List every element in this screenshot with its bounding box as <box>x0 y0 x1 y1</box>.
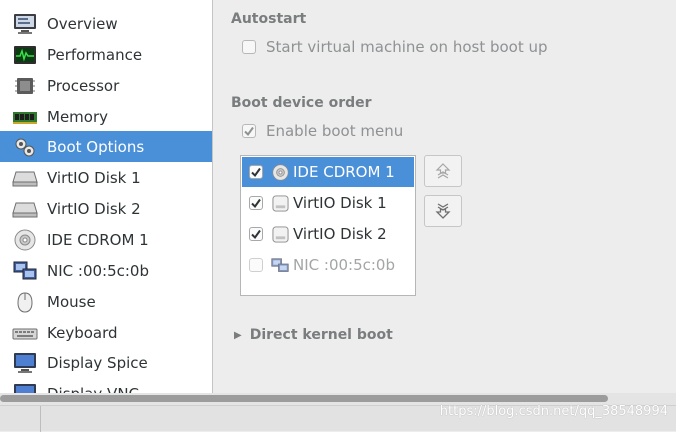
autostart-checkbox-row[interactable]: Start virtual machine on host boot up <box>242 38 548 56</box>
boot-device-row[interactable]: IDE CDROM 1 <box>242 157 414 187</box>
sidebar-item-label: Memory <box>47 107 109 126</box>
boot-gears-icon <box>11 136 38 158</box>
boot-device-label: NIC :00:5c:0b <box>293 256 395 274</box>
boot-device-row[interactable]: VirtIO Disk 2 <box>242 219 414 249</box>
sidebar-item-overview[interactable]: Overview <box>0 8 212 39</box>
cdrom-disc-icon <box>271 163 289 181</box>
sidebar-item-ide-cdrom-1[interactable]: IDE CDROM 1 <box>0 224 212 255</box>
autostart-checkbox-label: Start virtual machine on host boot up <box>266 38 548 56</box>
sidebar-item-label: Overview <box>47 14 118 33</box>
sidebar-item-processor[interactable]: Processor <box>0 70 212 101</box>
performance-graph-icon <box>11 44 38 66</box>
mouse-icon <box>11 291 38 313</box>
direct-kernel-boot-label: Direct kernel boot <box>249 327 393 343</box>
boot-device-checkbox[interactable] <box>249 227 263 241</box>
sidebar-item-virtio-disk-2[interactable]: VirtIO Disk 2 <box>0 193 212 224</box>
sidebar-item-label: Boot Options <box>47 137 145 156</box>
boot-device-label: VirtIO Disk 2 <box>293 225 387 243</box>
sidebar-item-nic[interactable]: NIC :00:5c:0b <box>0 255 212 286</box>
sidebar-item-label: Keyboard <box>47 323 118 342</box>
boot-device-checkbox[interactable] <box>249 196 263 210</box>
sidebar-item-label: IDE CDROM 1 <box>47 230 149 249</box>
scrollbar-thumb[interactable] <box>0 395 608 402</box>
move-down-icon <box>435 203 451 219</box>
sidebar-item-memory[interactable]: Memory <box>0 101 212 132</box>
monitor-info-icon <box>11 13 38 35</box>
sidebar-item-label: Mouse <box>47 292 96 311</box>
boot-device-checkbox[interactable] <box>249 258 263 272</box>
checkmark-icon <box>244 126 254 137</box>
direct-kernel-boot-expander[interactable]: ▶ Direct kernel boot <box>234 327 393 343</box>
move-up-icon <box>435 163 451 179</box>
checkmark-icon <box>251 167 261 178</box>
sidebar-item-label: Processor <box>47 76 120 95</box>
display-monitor-icon <box>11 383 38 393</box>
cdrom-disc-icon <box>11 229 38 251</box>
boot-device-row[interactable]: VirtIO Disk 1 <box>242 188 414 218</box>
boot-device-row[interactable]: NIC :00:5c:0b <box>242 250 414 280</box>
checkmark-icon <box>251 198 261 209</box>
boot-order-heading: Boot device order <box>231 95 372 111</box>
sidebar-item-display-spice[interactable]: Display Spice <box>0 347 212 378</box>
network-nic-icon <box>271 256 289 274</box>
boot-device-checkbox[interactable] <box>249 165 263 179</box>
sidebar-item-label: Display Spice <box>47 353 148 372</box>
sidebar-item-label: Performance <box>47 45 143 64</box>
sidebar-item-label: Display VNC <box>47 385 139 394</box>
autostart-checkbox[interactable] <box>242 40 256 54</box>
watermark-text: https://blog.csdn.net/qq_38548994 <box>439 404 668 419</box>
hard-disk-icon <box>271 194 289 212</box>
move-up-button[interactable] <box>424 155 462 187</box>
expander-arrow-icon: ▶ <box>234 329 242 341</box>
boot-device-label: VirtIO Disk 1 <box>293 194 387 212</box>
network-nic-icon <box>11 260 38 282</box>
hard-disk-icon <box>11 167 38 189</box>
sidebar-item-label: VirtIO Disk 1 <box>47 168 141 187</box>
sidebar-item-mouse[interactable]: Mouse <box>0 286 212 317</box>
hard-disk-icon <box>11 198 38 220</box>
boot-device-list[interactable]: IDE CDROM 1 VirtIO Disk 1 VirtIO Disk 2 … <box>240 155 416 296</box>
enable-boot-menu-checkbox[interactable] <box>242 124 256 138</box>
boot-device-label: IDE CDROM 1 <box>293 163 395 181</box>
cpu-chip-icon <box>11 75 38 97</box>
enable-boot-menu-row[interactable]: Enable boot menu <box>242 122 403 140</box>
sidebar-item-boot-options[interactable]: Boot Options <box>0 131 212 162</box>
memory-module-icon <box>11 106 38 128</box>
autostart-heading: Autostart <box>231 11 307 27</box>
display-monitor-icon <box>11 352 38 374</box>
checkmark-icon <box>251 229 261 240</box>
sidebar-item-label: NIC :00:5c:0b <box>47 261 149 280</box>
sidebar-item-label: VirtIO Disk 2 <box>47 199 141 218</box>
keyboard-icon <box>11 322 38 344</box>
hard-disk-icon <box>271 225 289 243</box>
bottom-bar-divider <box>40 406 41 432</box>
sidebar-item-display-vnc[interactable]: Display VNC <box>0 378 212 393</box>
sidebar-item-virtio-disk-1[interactable]: VirtIO Disk 1 <box>0 162 212 193</box>
hardware-sidebar[interactable]: Overview Performance Processor Memory Bo… <box>0 0 213 393</box>
sidebar-item-keyboard[interactable]: Keyboard <box>0 317 212 348</box>
move-down-button[interactable] <box>424 195 462 227</box>
sidebar-item-performance[interactable]: Performance <box>0 39 212 70</box>
enable-boot-menu-label: Enable boot menu <box>266 122 404 140</box>
